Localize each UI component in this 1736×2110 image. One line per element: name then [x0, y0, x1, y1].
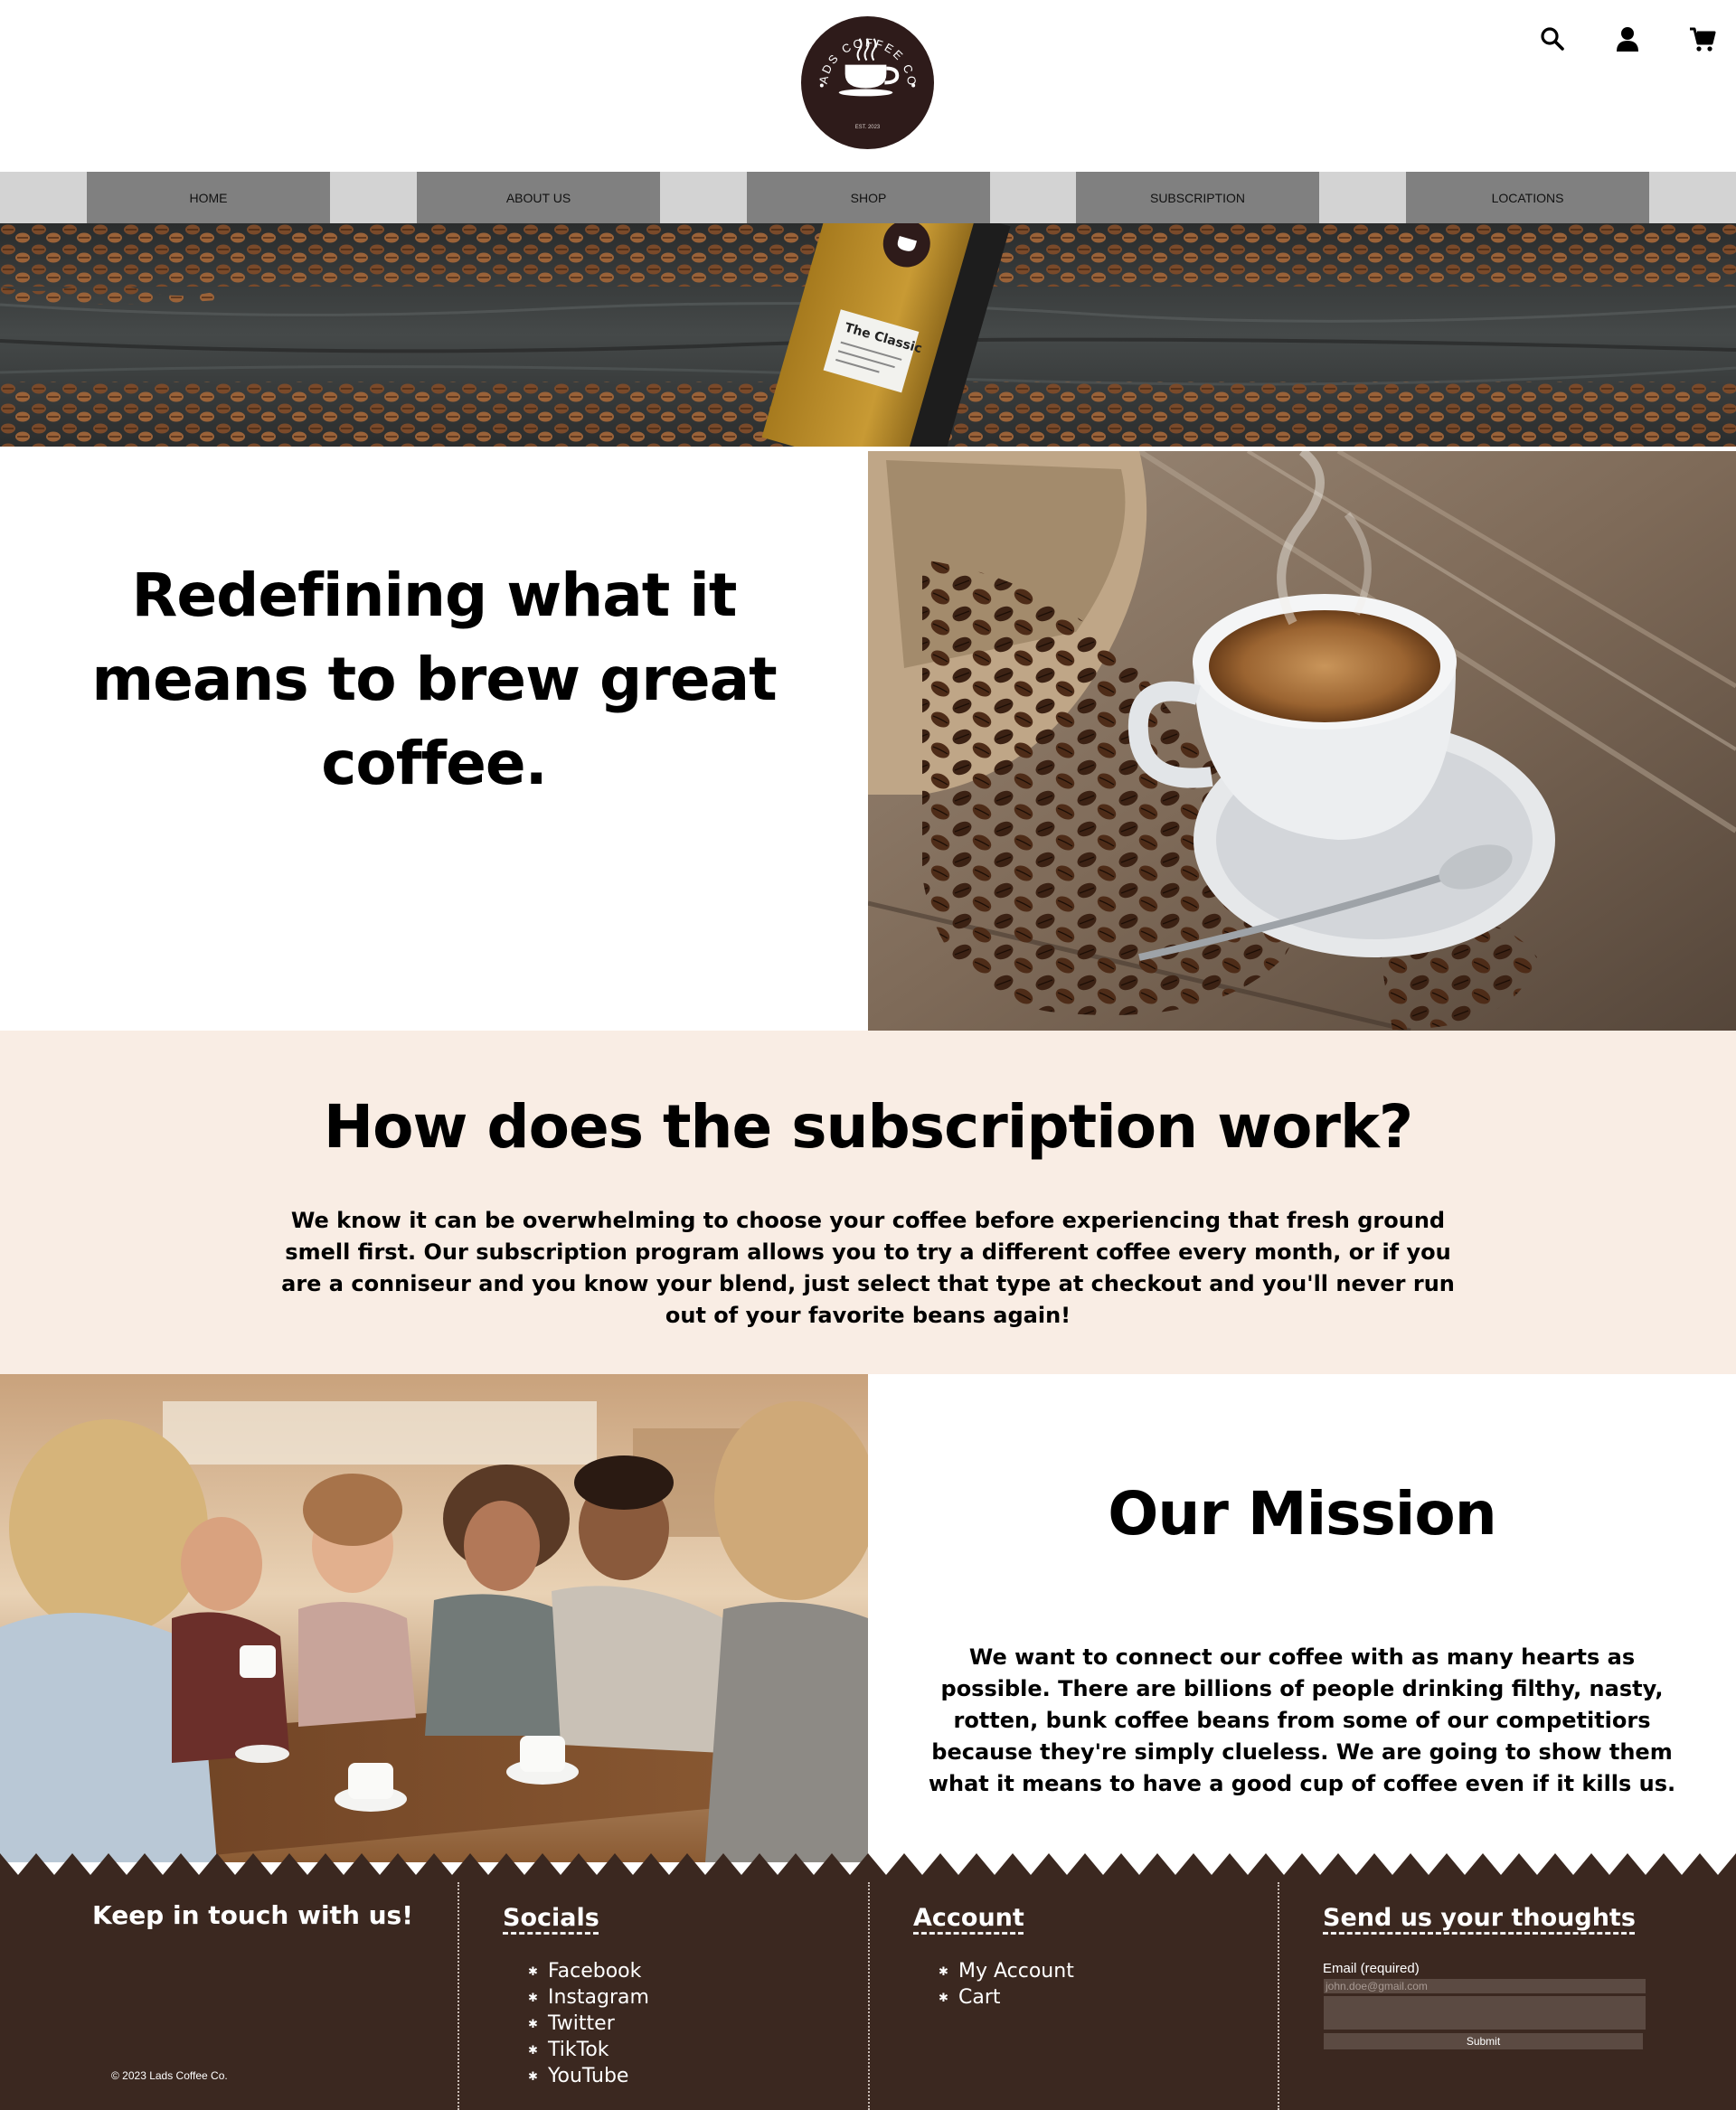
footer-socials-heading[interactable]: Socials	[503, 1904, 599, 1932]
nav-locations[interactable]: LOCATIONS	[1406, 172, 1649, 223]
hero-title: Redefining what it means to brew great c…	[91, 560, 777, 798]
site-footer: Keep in touch with us! © 2023 Lads Coffe…	[0, 1879, 1736, 2110]
main-nav: HOME ABOUT US SHOP SUBSCRIPTION LOCATION…	[0, 172, 1736, 223]
footer-feedback-heading[interactable]: Send us your thoughts	[1323, 1904, 1636, 1932]
footer-link-my-account[interactable]: My Account	[939, 1958, 1074, 1985]
email-field[interactable]	[1324, 1979, 1646, 1993]
footer-link-twitter[interactable]: Twitter	[528, 2011, 649, 2038]
submit-button[interactable]: Submit	[1324, 2033, 1643, 2049]
cart-icon[interactable]	[1687, 24, 1718, 54]
header-icons	[1537, 24, 1736, 60]
subscription-text: We know it can be overwhelming to choose…	[281, 1208, 1455, 1328]
footer-link-instagram[interactable]: Instagram	[528, 1984, 649, 2011]
mission-people-image	[0, 1374, 868, 1862]
logo[interactable]: LADS COFFEE CO. EST. 2023	[796, 5, 935, 150]
nav-subscription[interactable]: SUBSCRIPTION	[1076, 172, 1319, 223]
footer-link-cart[interactable]: Cart	[939, 1984, 1074, 2011]
footer-copyright: © 2023 Lads Coffee Co.	[111, 2069, 228, 2082]
footer-socials-list: Facebook Instagram Twitter TikTok YouTub…	[528, 1958, 649, 2090]
message-field[interactable]	[1324, 1996, 1646, 2030]
email-label: Email (required)	[1323, 1961, 1420, 1976]
footer-divider	[458, 1882, 459, 2110]
footer-link-facebook[interactable]: Facebook	[528, 1958, 649, 1985]
footer-account-list: My Account Cart	[939, 1958, 1074, 2011]
footer-link-youtube[interactable]: YouTube	[528, 2063, 649, 2090]
nav-home[interactable]: HOME	[87, 172, 330, 223]
zigzag-edge	[0, 1853, 1736, 1880]
hero-section: Redefining what it means to brew great c…	[0, 447, 1736, 1031]
search-icon[interactable]	[1537, 24, 1568, 54]
hero-text-panel: Redefining what it means to brew great c…	[0, 447, 868, 1031]
user-icon[interactable]	[1612, 24, 1643, 54]
logo-est: EST. 2023	[855, 125, 881, 130]
site-header: LADS COFFEE CO. EST. 2023	[0, 0, 1736, 172]
subscription-title: How does the subscription work?	[323, 1092, 1413, 1162]
hero-coffee-image	[868, 451, 1736, 1031]
mission-text: We want to connect our coffee with as ma…	[928, 1644, 1676, 1796]
footer-divider	[868, 1882, 870, 2110]
subscription-section: How does the subscription work? We know …	[0, 1031, 1736, 1374]
footer-account-heading[interactable]: Account	[913, 1904, 1024, 1932]
footer-keep-in-touch: Keep in touch with us!	[92, 1900, 413, 1930]
footer-divider	[1278, 1882, 1279, 2110]
nav-shop[interactable]: SHOP	[747, 172, 990, 223]
mission-title: Our Mission	[1108, 1479, 1496, 1549]
footer-zigzag-divider	[0, 1844, 1736, 1880]
mission-section: Our Mission We want to connect our coffe…	[0, 1374, 1736, 1862]
footer-link-tiktok[interactable]: TikTok	[528, 2037, 649, 2064]
banner-image: The Classic	[0, 223, 1736, 447]
nav-about-us[interactable]: ABOUT US	[417, 172, 660, 223]
